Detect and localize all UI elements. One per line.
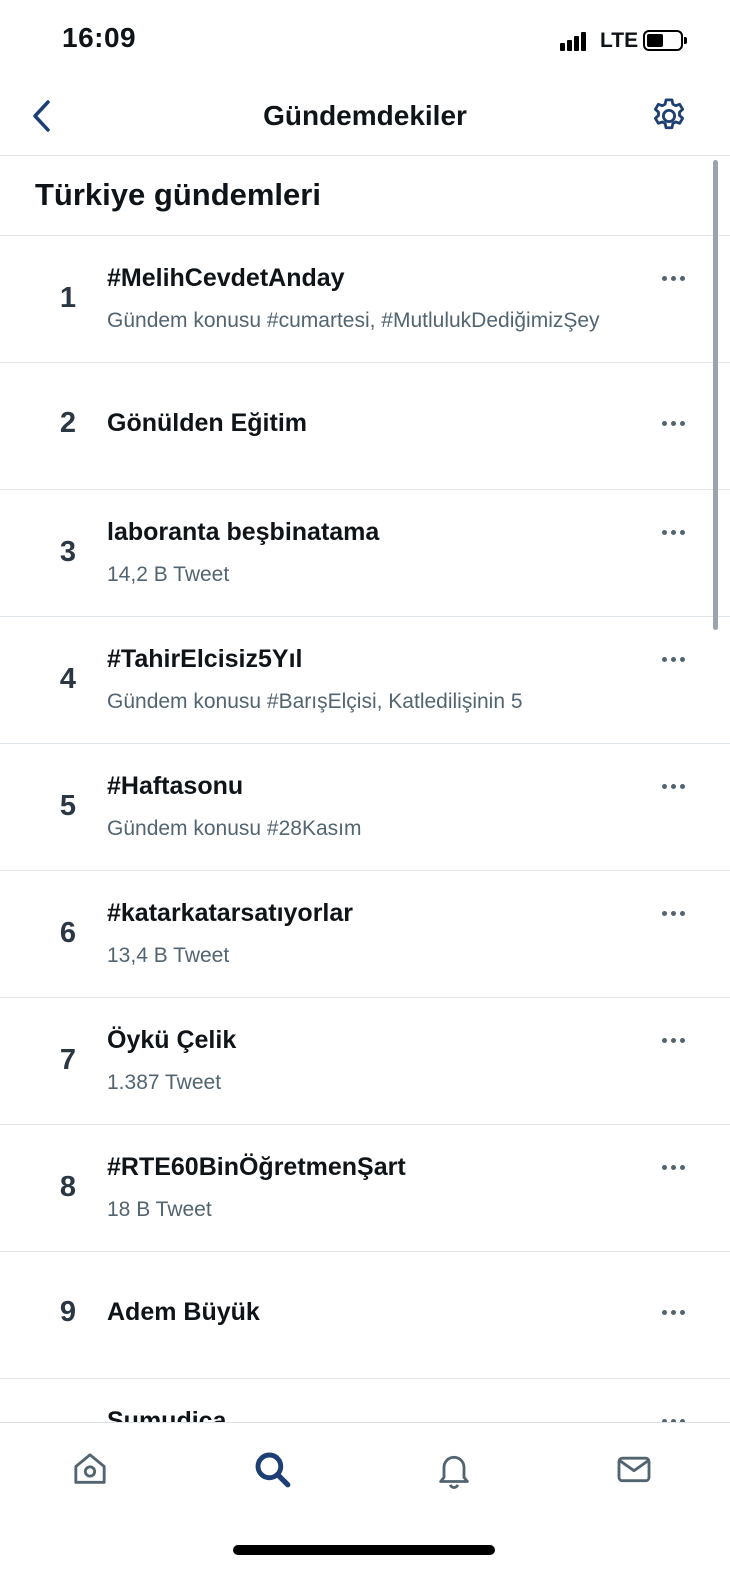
trend-row[interactable]: 1 #MelihCevdetAnday Gündem konusu #cumar…: [0, 236, 730, 363]
trend-rank: 9: [59, 1296, 77, 1328]
scrollbar[interactable]: [713, 160, 718, 630]
nav-header: Gündemdekiler: [0, 80, 730, 156]
gear-icon: [653, 98, 685, 130]
tab-bar: [0, 1422, 730, 1580]
trend-row[interactable]: 2 Gönülden Eğitim: [0, 363, 730, 490]
trend-meta: Gündem konusu #BarışElçisi, Katledilişin…: [107, 690, 523, 713]
trend-rank: 6: [59, 917, 77, 949]
trend-meta: 14,2 B Tweet: [107, 563, 230, 586]
trend-row[interactable]: 5 #Haftasonu Gündem konusu #28Kasım: [0, 744, 730, 871]
tab-messages[interactable]: [610, 1445, 658, 1493]
trend-rank: 4: [59, 663, 77, 695]
trend-name: #TahirElcisiz5Yıl: [107, 645, 303, 673]
battery-icon: [643, 30, 683, 51]
trend-row[interactable]: 8 #RTE60BinÖğretmenŞart 18 B Tweet: [0, 1125, 730, 1252]
trend-name: Gönülden Eğitim: [107, 409, 307, 437]
more-options-icon[interactable]: [656, 1300, 690, 1324]
trend-name: Adem Büyük: [107, 1298, 260, 1326]
more-options-icon[interactable]: [656, 1028, 690, 1052]
section-title: Türkiye gündemleri: [35, 177, 321, 212]
home-indicator[interactable]: [233, 1545, 495, 1555]
section-header: Türkiye gündemleri: [0, 156, 730, 236]
trend-meta: 18 B Tweet: [107, 1198, 212, 1221]
tab-search[interactable]: [248, 1445, 296, 1493]
status-bar: 16:09 LTE: [0, 0, 730, 80]
trend-row[interactable]: 7 Öykü Çelik 1.387 Tweet: [0, 998, 730, 1125]
more-options-icon[interactable]: [656, 1409, 690, 1422]
trend-name: Sumudica: [107, 1407, 227, 1422]
more-options-icon[interactable]: [656, 774, 690, 798]
signal-strength-icon: [560, 31, 590, 51]
more-options-icon[interactable]: [656, 520, 690, 544]
trend-meta: 13,4 B Tweet: [107, 944, 230, 967]
trend-row[interactable]: 6 #katarkatarsatıyorlar 13,4 B Tweet: [0, 871, 730, 998]
more-options-icon[interactable]: [656, 1155, 690, 1179]
mail-icon: [617, 1456, 651, 1483]
trend-list: 1 #MelihCevdetAnday Gündem konusu #cumar…: [0, 236, 730, 1422]
trend-name: #RTE60BinÖğretmenŞart: [107, 1153, 406, 1181]
status-time: 16:09: [62, 22, 137, 53]
trend-row[interactable]: 3 laboranta beşbinatama 14,2 B Tweet: [0, 490, 730, 617]
trend-rank: 8: [59, 1171, 77, 1203]
trend-rank: 7: [59, 1044, 77, 1076]
trend-name: Öykü Çelik: [107, 1026, 237, 1054]
trend-meta: 1.387 Tweet: [107, 1071, 222, 1094]
trend-name: #katarkatarsatıyorlar: [107, 899, 353, 927]
network-type: LTE: [600, 29, 639, 52]
trend-rank: 3: [59, 536, 77, 568]
trend-row[interactable]: 4 #TahirElcisiz5Yıl Gündem konusu #Barış…: [0, 617, 730, 744]
trend-name: laboranta beşbinatama: [107, 518, 380, 546]
trend-row[interactable]: 9 Adem Büyük: [0, 1252, 730, 1379]
home-icon: [74, 1453, 106, 1484]
search-icon: [255, 1452, 291, 1488]
tab-notifications[interactable]: [430, 1445, 478, 1493]
page-title: Gündemdekiler: [263, 100, 467, 131]
trend-meta: Gündem konusu #cumartesi, #MutlulukDediğ…: [107, 309, 600, 332]
trend-meta: Gündem konusu #28Kasım: [107, 817, 362, 840]
more-options-icon[interactable]: [656, 411, 690, 435]
trend-rank: 2: [59, 407, 77, 439]
more-options-icon[interactable]: [656, 266, 690, 290]
more-options-icon[interactable]: [656, 901, 690, 925]
trend-row[interactable]: Sumudica: [0, 1379, 730, 1422]
tab-home[interactable]: [66, 1445, 114, 1493]
more-options-icon[interactable]: [656, 647, 690, 671]
trend-name: #MelihCevdetAnday: [107, 264, 345, 292]
bell-icon: [439, 1455, 469, 1489]
trend-rank: 1: [59, 282, 77, 314]
trend-name: #Haftasonu: [107, 772, 244, 800]
settings-button[interactable]: [648, 95, 690, 137]
trend-rank: 5: [59, 790, 77, 822]
